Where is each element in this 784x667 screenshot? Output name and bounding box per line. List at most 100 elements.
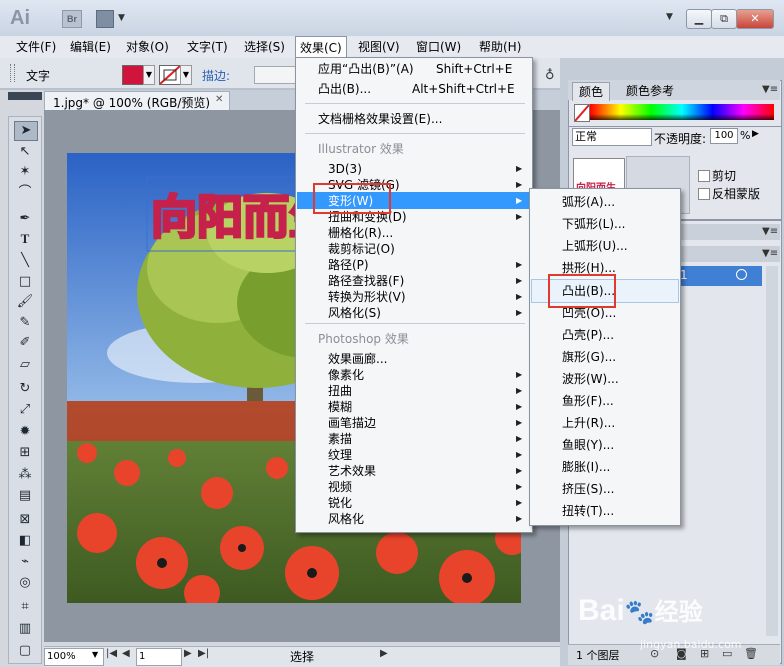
next-page-icon[interactable]: ▶: [184, 648, 192, 659]
menu-item-ps-stylize[interactable]: 风格化: [328, 511, 364, 527]
menu-help[interactable]: 帮助(H): [475, 36, 525, 58]
prev-page-icon[interactable]: ◀: [122, 648, 130, 659]
menu-item-arc-upper[interactable]: 上弧形(U)...: [562, 238, 628, 254]
menu-file[interactable]: 文件(F): [12, 36, 60, 58]
workspace-layout-icon[interactable]: [96, 10, 114, 28]
menu-item-inflate[interactable]: 膨胀(I)...: [562, 459, 610, 475]
chevron-down-icon[interactable]: ▼: [180, 65, 192, 85]
panel-menu-icon[interactable]: ▼≡: [762, 226, 778, 237]
tab-color[interactable]: 颜色: [572, 82, 611, 101]
line-tool-icon[interactable]: ╲: [14, 252, 36, 270]
menu-item-pixelate[interactable]: 像素化: [328, 367, 364, 383]
menu-item-rise[interactable]: 上升(R)...: [562, 415, 615, 431]
screen-mode-icon[interactable]: ▢: [14, 642, 36, 660]
tools-panel-header[interactable]: [8, 92, 42, 100]
menu-item-ps-distort[interactable]: 扭曲: [328, 383, 352, 399]
mesh-tool-icon[interactable]: ⊠: [14, 511, 36, 529]
close-icon[interactable]: ✕: [215, 94, 223, 105]
chevron-down-icon[interactable]: ▼: [143, 65, 155, 85]
graph-tool-icon[interactable]: ▤: [14, 487, 36, 505]
lasso-tool-icon[interactable]: ⌒: [14, 184, 36, 202]
page-select[interactable]: 1: [136, 648, 182, 666]
target-icon[interactable]: [736, 269, 747, 280]
menu-item-rasterize[interactable]: 栅格化(R)...: [328, 225, 393, 241]
rotate-tool-icon[interactable]: ↻: [14, 380, 36, 398]
selection-tool-icon[interactable]: ➤: [14, 121, 38, 141]
warp-tool-icon[interactable]: ✹: [14, 423, 36, 441]
menu-item-flag[interactable]: 旗形(G)...: [562, 349, 616, 365]
scale-tool-icon[interactable]: ⤢: [14, 401, 36, 419]
menu-item-crop-marks[interactable]: 裁剪标记(O): [328, 241, 395, 257]
menu-item-fisheye[interactable]: 鱼眼(Y)...: [562, 437, 614, 453]
menu-object[interactable]: 对象(O): [122, 36, 173, 58]
invert-mask-checkbox[interactable]: [698, 188, 710, 200]
menu-item-apply-last[interactable]: 应用“凸出(B)”(A): [318, 61, 414, 77]
first-page-icon[interactable]: |◀: [106, 648, 117, 659]
eyedropper-tool-icon[interactable]: ⌁: [14, 553, 36, 571]
menu-item-sharpen[interactable]: 锐化: [328, 495, 352, 511]
menu-item-stylize[interactable]: 风格化(S): [328, 305, 381, 321]
menu-type[interactable]: 文字(T): [183, 36, 232, 58]
menu-item-squeeze[interactable]: 挤压(S)...: [562, 481, 614, 497]
menu-effect[interactable]: 效果(C): [295, 36, 347, 58]
bridge-button[interactable]: Br: [62, 10, 82, 28]
menu-select[interactable]: 选择(S): [240, 36, 289, 58]
rectangle-tool-icon[interactable]: □: [14, 273, 36, 291]
stroke-swatch[interactable]: [159, 65, 181, 85]
menu-item-path[interactable]: 路径(P): [328, 257, 369, 273]
document-tab[interactable]: 1.jpg* @ 100% (RGB/预览) ✕: [44, 91, 230, 111]
fill-swatch[interactable]: [122, 65, 144, 85]
workspace-dropdown-icon[interactable]: ▼: [666, 12, 673, 22]
menu-item-raster-settings[interactable]: 文档栅格效果设置(E)...: [318, 111, 442, 127]
menu-item-convert-to-shape[interactable]: 转换为形状(V): [328, 289, 406, 305]
character-panel-icon[interactable]: ♁: [545, 68, 555, 83]
layers-scrollbar[interactable]: [766, 266, 778, 636]
menu-item-arc-lower[interactable]: 下弧形(L)...: [562, 216, 626, 232]
eraser-tool-icon[interactable]: ▱: [14, 356, 36, 374]
minimize-button[interactable]: ▁: [686, 9, 712, 29]
tab-color-guide[interactable]: 颜色参考: [620, 82, 680, 100]
status-menu-icon[interactable]: ▶: [380, 648, 388, 659]
menu-edit[interactable]: 编辑(E): [66, 36, 115, 58]
none-color-icon[interactable]: [574, 104, 590, 122]
menu-item-wave[interactable]: 波形(W)...: [562, 371, 619, 387]
menu-item-texture[interactable]: 纹理: [328, 447, 352, 463]
stroke-label[interactable]: 描边:: [202, 67, 230, 84]
restore-button[interactable]: ⧉: [711, 9, 737, 29]
menu-item-fish[interactable]: 鱼形(F)...: [562, 393, 614, 409]
menu-item-pathfinder[interactable]: 路径查找器(F): [328, 273, 404, 289]
pen-tool-icon[interactable]: ✒: [14, 210, 36, 228]
chevron-right-icon[interactable]: ▶: [752, 129, 759, 139]
paintbrush-tool-icon[interactable]: 🖌: [14, 293, 36, 311]
grip-handle[interactable]: [10, 64, 15, 82]
type-tool-icon[interactable]: T: [14, 230, 36, 248]
direct-selection-tool-icon[interactable]: ↖: [14, 143, 36, 161]
layer-row[interactable]: 1: [676, 266, 762, 286]
clip-checkbox[interactable]: [698, 170, 710, 182]
hand-tool-icon[interactable]: ▥: [14, 620, 36, 638]
gradient-tool-icon[interactable]: ◧: [14, 532, 36, 550]
slice-tool-icon[interactable]: ⌗: [14, 598, 36, 616]
menu-item-shell-upper[interactable]: 凸壳(P)...: [562, 327, 614, 343]
stroke-weight-input[interactable]: [254, 66, 296, 84]
opacity-input[interactable]: 100: [710, 128, 738, 144]
magic-wand-tool-icon[interactable]: ✶: [14, 163, 36, 181]
menu-item-effect-gallery[interactable]: 效果画廊...: [328, 351, 387, 367]
menu-item-sketch[interactable]: 素描: [328, 431, 352, 447]
chevron-down-icon[interactable]: ▼: [92, 650, 98, 659]
blend-tool-icon[interactable]: ◎: [14, 574, 36, 592]
blob-brush-tool-icon[interactable]: ✐: [14, 334, 36, 352]
menu-item-blur[interactable]: 模糊: [328, 399, 352, 415]
menu-item-video[interactable]: 视频: [328, 479, 352, 495]
last-page-icon[interactable]: ▶|: [198, 648, 209, 659]
symbol-sprayer-tool-icon[interactable]: ⁂: [14, 466, 36, 484]
panel-menu-icon[interactable]: ▼≡: [762, 84, 778, 95]
menu-window[interactable]: 窗口(W): [412, 36, 465, 58]
pencil-tool-icon[interactable]: ✎: [14, 314, 36, 332]
free-transform-tool-icon[interactable]: ⊞: [14, 444, 36, 462]
menu-view[interactable]: 视图(V): [354, 36, 404, 58]
menu-item-arc[interactable]: 弧形(A)...: [562, 194, 615, 210]
panel-menu-icon[interactable]: ▼≡: [762, 248, 778, 259]
blend-mode-select[interactable]: 正常: [572, 128, 652, 146]
menu-item-twist[interactable]: 扭转(T)...: [562, 503, 614, 519]
